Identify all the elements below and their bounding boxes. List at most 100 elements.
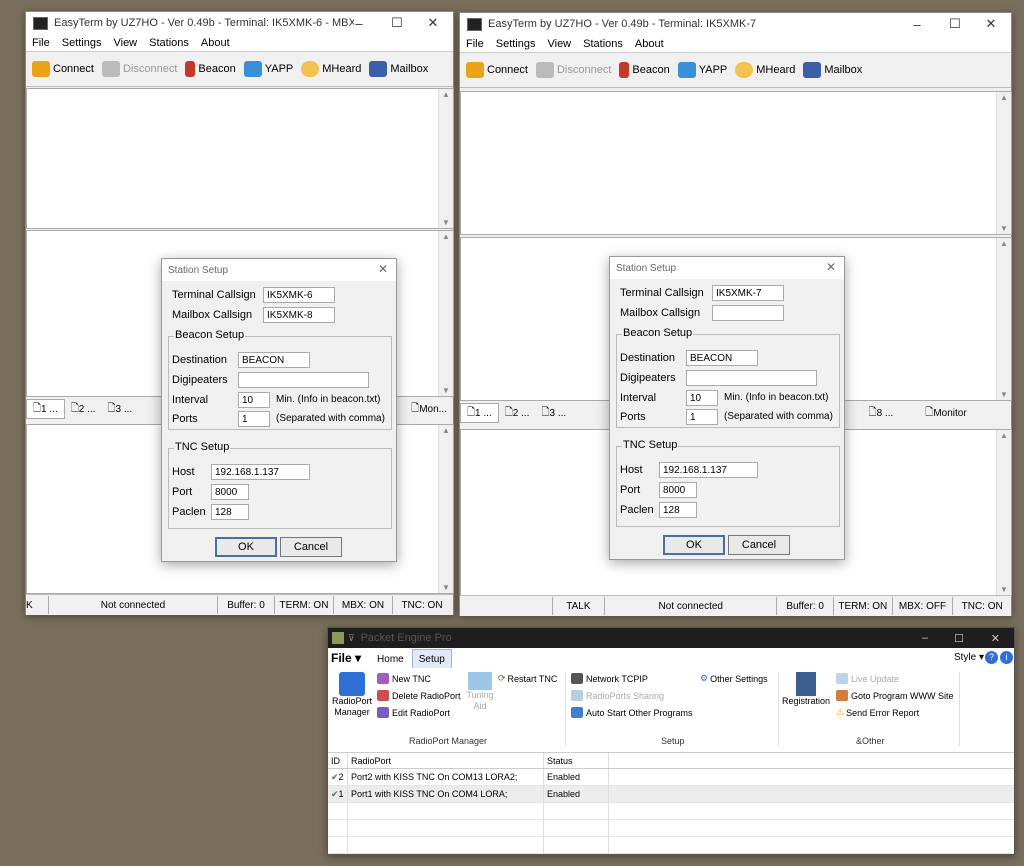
network-tcpip-button[interactable]: Network TCPIP (571, 673, 648, 684)
auto-start-button[interactable]: Auto Start Other Programs (571, 707, 693, 718)
title-bar[interactable]: EasyTerm by UZ7HO - Ver 0.49b - Terminal… (26, 12, 453, 34)
tab-3[interactable]: 🗋 3 ... (535, 404, 572, 422)
registration-button[interactable]: Registration (782, 672, 830, 706)
host-field[interactable]: 192.168.1.137 (659, 462, 758, 478)
tab-setup[interactable]: Setup (411, 649, 452, 668)
minimize-icon[interactable]: – (922, 632, 928, 644)
paclen-field[interactable]: 128 (211, 504, 249, 520)
table-row[interactable]: ✔ 1 Port1 with KISS TNC On COM4 LORA; Ena… (328, 786, 1014, 803)
edit-radioport-button[interactable]: Edit RadioPort (377, 707, 450, 718)
scrollbar[interactable]: ▲ ▼ (996, 430, 1011, 595)
ports-field[interactable]: 1 (686, 409, 718, 425)
ok-button[interactable]: OK (663, 535, 725, 555)
menu-about[interactable]: About (635, 38, 664, 50)
tab-2[interactable]: 🗋 2 ... (65, 400, 102, 418)
connect-button[interactable]: Connect (466, 62, 528, 78)
digipeaters-field[interactable] (238, 372, 369, 388)
title-bar[interactable]: EasyTerm by UZ7HO - Ver 0.49b - Terminal… (460, 13, 1011, 35)
yapp-button[interactable]: YAPP (677, 62, 727, 78)
terminal-callsign-field[interactable]: IK5XMK-7 (712, 285, 784, 301)
close-icon[interactable]: ✕ (973, 13, 1009, 35)
tab-1[interactable]: 🗋 1 ... (26, 399, 65, 419)
interval-field[interactable]: 10 (686, 390, 718, 406)
monitor-pane[interactable]: ▲ ▼ (460, 91, 1012, 235)
menu-stations[interactable]: Stations (149, 37, 189, 49)
port-field[interactable]: 8000 (659, 482, 697, 498)
other-settings-button[interactable]: ⚙ Other Settings (700, 673, 768, 684)
tab-1[interactable]: 🗋 1 ... (460, 403, 499, 423)
style-menu[interactable]: Style ▾ (954, 652, 984, 663)
yapp-button[interactable]: YAPP (243, 61, 293, 77)
menu-about[interactable]: About (201, 37, 230, 49)
terminal-callsign-field[interactable]: IK5XMK-6 (263, 287, 335, 303)
tab-home[interactable]: Home (369, 650, 412, 668)
minimize-icon[interactable]: – (341, 12, 377, 34)
scrollbar[interactable]: ▲ ▼ (996, 238, 1011, 400)
cancel-button[interactable]: Cancel (280, 537, 342, 557)
scrollbar[interactable]: ▲ ▼ (996, 92, 1011, 234)
monitor-pane[interactable]: ▲ ▼ (26, 88, 454, 229)
maximize-icon[interactable]: ☐ (937, 13, 973, 35)
menu-view[interactable]: View (113, 37, 137, 49)
table-row[interactable]: ✔ 2 Port2 with KISS TNC On COM13 LORA2; E… (328, 769, 1014, 786)
send-error-button[interactable]: ⚠ Send Error Report (836, 707, 919, 718)
restart-tnc-button[interactable]: ⟳ Restart TNC (498, 673, 557, 684)
goto-www-button[interactable]: Goto Program WWW Site (836, 690, 954, 701)
radioports-sharing-button[interactable]: RadioPorts Sharing (571, 690, 664, 701)
destination-field[interactable]: BEACON (238, 352, 310, 368)
ports-field[interactable]: 1 (238, 411, 270, 427)
info-icon[interactable]: i (1000, 651, 1013, 664)
close-icon[interactable]: ✕ (378, 262, 388, 276)
qat-icon[interactable]: ⊽ (348, 633, 355, 644)
destination-field[interactable]: BEACON (686, 350, 758, 366)
header-status[interactable]: Status (544, 753, 609, 768)
menu-settings[interactable]: Settings (496, 38, 536, 50)
host-field[interactable]: 192.168.1.137 (211, 464, 310, 480)
menu-file[interactable]: File (466, 38, 484, 50)
paclen-field[interactable]: 128 (659, 502, 697, 518)
close-icon[interactable]: ✕ (826, 260, 836, 274)
beacon-button[interactable]: Beacon (185, 61, 236, 77)
menu-file[interactable]: File (32, 37, 50, 49)
menu-settings[interactable]: Settings (62, 37, 102, 49)
tuning-aid-button[interactable]: Tuning Aid (465, 672, 495, 712)
disconnect-button[interactable]: Disconnect (535, 62, 611, 78)
delete-radioport-button[interactable]: Delete RadioPort (377, 690, 461, 701)
beacon-button[interactable]: Beacon (619, 62, 670, 78)
header-id[interactable]: ID (328, 753, 348, 768)
menu-view[interactable]: View (547, 38, 571, 50)
file-menu[interactable]: File ▾ (331, 651, 361, 665)
mailbox-callsign-field[interactable] (712, 305, 784, 321)
disconnect-button[interactable]: Disconnect (101, 61, 177, 77)
connect-button[interactable]: Connect (32, 61, 94, 77)
interval-field[interactable]: 10 (238, 392, 270, 408)
tab-8[interactable]: 🗋 8 ... (863, 404, 900, 422)
scrollbar[interactable]: ▲ ▼ (438, 231, 453, 396)
help-icon[interactable]: ? (985, 651, 998, 664)
ok-button[interactable]: OK (215, 537, 277, 557)
close-icon[interactable]: ✕ (991, 632, 1000, 645)
mheard-button[interactable]: MHeard (735, 62, 795, 78)
live-update-button[interactable]: Live Update (836, 673, 899, 684)
close-icon[interactable]: ✕ (415, 12, 451, 34)
minimize-icon[interactable]: – (899, 13, 935, 35)
mailbox-callsign-field[interactable]: IK5XMK-8 (263, 307, 335, 323)
title-bar[interactable]: ⊽ Packet Engine Pro – ☐ ✕ (328, 628, 1014, 648)
maximize-icon[interactable]: ☐ (954, 632, 964, 645)
menu-stations[interactable]: Stations (583, 38, 623, 50)
tab-monitor[interactable]: 🗋 Mon... (405, 400, 453, 418)
port-field[interactable]: 8000 (211, 484, 249, 500)
new-tnc-button[interactable]: New TNC (377, 673, 431, 684)
digipeaters-field[interactable] (686, 370, 817, 386)
scrollbar[interactable]: ▲ ▼ (438, 425, 453, 593)
mheard-button[interactable]: MHeard (301, 61, 361, 77)
scrollbar[interactable]: ▲ ▼ (438, 89, 453, 228)
maximize-icon[interactable]: ☐ (379, 12, 415, 34)
tab-monitor[interactable]: 🗋 Monitor (919, 404, 972, 422)
radioport-manager-button[interactable]: RadioPort Manager (332, 672, 372, 718)
tab-3[interactable]: 🗋 3 ... (101, 400, 138, 418)
tab-2[interactable]: 🗋 2 ... (499, 404, 536, 422)
mailbox-button[interactable]: Mailbox (369, 61, 428, 77)
cancel-button[interactable]: Cancel (728, 535, 790, 555)
mailbox-button[interactable]: Mailbox (803, 62, 862, 78)
